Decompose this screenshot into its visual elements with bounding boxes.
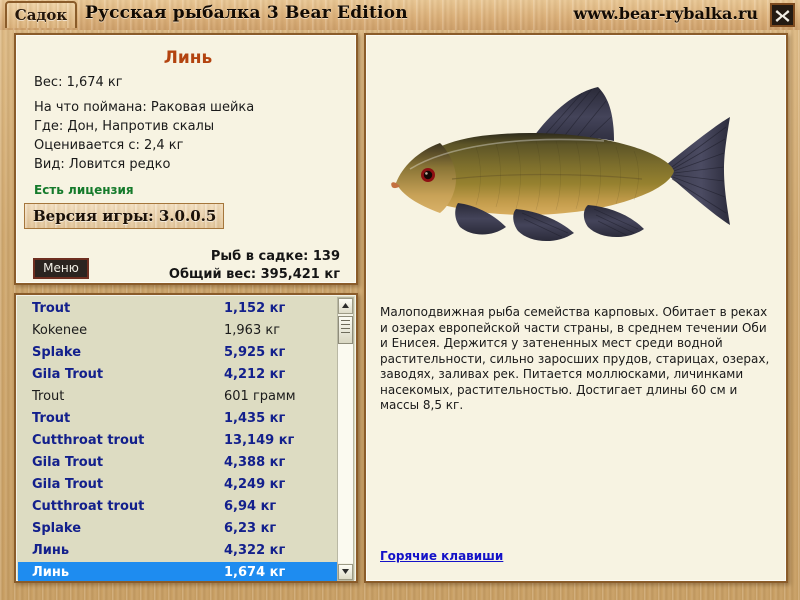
tench-fish-image: [391, 87, 730, 242]
scrollbar-track[interactable]: [338, 344, 353, 563]
fish-description-text: Малоподвижная рыба семейства карповых. О…: [380, 305, 770, 412]
scrollbar-thumb[interactable]: [338, 316, 353, 344]
scroll-up-arrow-icon: [342, 303, 349, 308]
catch-fish-weight: 601 грамм: [224, 389, 296, 404]
fish-weight-label: Вес: 1,674 кг: [34, 75, 123, 90]
catch-list-row[interactable]: Trout 1,435 кг: [18, 408, 338, 430]
catch-fish-weight: 1,435 кг: [224, 411, 286, 426]
fish-place-label: Где: Дон, Напротив скалы: [34, 119, 215, 134]
menu-button[interactable]: Меню: [33, 258, 89, 279]
catch-fish-name: Trout: [32, 389, 65, 404]
catch-list-row[interactable]: Splake 5,925 кг: [18, 342, 338, 364]
keepnet-stats: Рыб в садке: 139 Общий вес: 395,421 кг: [169, 248, 340, 284]
catch-fish-name: Cutthroat trout: [32, 433, 145, 448]
total-weight-label: Общий вес: 395,421 кг: [168, 267, 340, 282]
catch-list[interactable]: Trout 1,152 кг Kokenee 1,963 кг Splake 5,925 …: [18, 298, 338, 581]
catch-list-row[interactable]: Gila Trout 4,388 кг: [18, 452, 338, 474]
catch-fish-name: Splake: [32, 521, 82, 536]
catch-fish-weight: 4,388 кг: [224, 455, 286, 470]
catch-list-row[interactable]: Trout 601 грамм: [18, 386, 338, 408]
catch-fish-name: Gila Trout: [32, 367, 104, 382]
catch-list-row[interactable]: Trout 1,152 кг: [18, 298, 338, 320]
catch-fish-name: Cutthroat trout: [32, 499, 145, 514]
fish-details-block: На что поймана: Раковая шейка Где: Дон, …: [34, 98, 254, 174]
catch-list-row[interactable]: Gila Trout 4,212 кг: [18, 364, 338, 386]
catch-list-panel: Trout 1,152 кг Kokenee 1,963 кг Splake 5,925 …: [14, 293, 358, 583]
close-icon: [775, 10, 790, 22]
game-version-banner: Версия игры: 3.0.0.5: [24, 203, 224, 229]
catch-fish-name: Kokenee: [32, 323, 88, 338]
catch-fish-weight: 1,152 кг: [224, 301, 286, 316]
fish-valued-label: Оценивается с: 2,4 кг: [34, 138, 184, 153]
scrollbar-thumb-grip: [341, 324, 350, 325]
catch-list-scrollbar[interactable]: [337, 297, 354, 581]
fish-bait-label: На что поймана: Раковая шейка: [34, 100, 255, 115]
catch-fish-weight: 5,925 кг: [224, 345, 286, 360]
close-button[interactable]: [770, 3, 795, 27]
app-title: Русская рыбалка 3 Bear Edition: [85, 3, 408, 23]
catch-fish-weight: 4,212 кг: [224, 367, 286, 382]
license-status-label: Есть лицензия: [34, 183, 134, 197]
catch-fish-weight: 4,249 кг: [224, 477, 286, 492]
catch-list-row[interactable]: Cutthroat trout 6,94 кг: [18, 496, 338, 518]
catch-fish-name: Splake: [32, 345, 82, 360]
fish-name-heading: Линь: [163, 48, 213, 68]
catch-fish-name: Gila Trout: [32, 477, 104, 492]
catch-list-row[interactable]: Kokenee 1,963 кг: [18, 320, 338, 342]
catch-fish-weight: 4,322 кг: [224, 543, 286, 558]
catch-fish-weight: 6,94 кг: [224, 499, 277, 514]
fish-count-label: Рыб в садке: 139: [210, 249, 340, 264]
hotkeys-link[interactable]: Горячие клавиши: [380, 549, 503, 563]
catch-list-row[interactable]: Линь 4,322 кг: [18, 540, 338, 562]
catch-fish-weight: 1,963 кг: [224, 323, 281, 338]
catch-list-row[interactable]: Cutthroat trout 13,149 кг: [18, 430, 338, 452]
tab-sadok[interactable]: Садок: [5, 1, 77, 28]
scroll-down-arrow-icon: [342, 569, 349, 574]
catch-list-row[interactable]: Splake 6,23 кг: [18, 518, 338, 540]
fish-detail-panel: Малоподвижная рыба семейства карповых. О…: [364, 33, 788, 583]
scrollbar-up-button[interactable]: [338, 298, 353, 314]
catch-fish-name: Линь: [32, 565, 70, 580]
catch-fish-weight: 6,23 кг: [224, 521, 277, 536]
site-url-label: www.bear-rybalka.ru: [573, 4, 758, 23]
scrollbar-thumb-grip: [341, 320, 350, 321]
catch-fish-name: Trout: [32, 411, 71, 426]
title-bar: Садок Русская рыбалка 3 Bear Edition www…: [0, 0, 800, 30]
scrollbar-thumb-grip: [341, 332, 350, 333]
catch-fish-name: Gila Trout: [32, 455, 104, 470]
scrollbar-thumb-grip: [341, 328, 350, 329]
catch-fish-weight: 1,674 кг: [224, 565, 286, 580]
catch-fish-weight: 13,149 кг: [224, 433, 295, 448]
catch-list-row[interactable]: Gila Trout 4,249 кг: [18, 474, 338, 496]
catch-fish-name: Trout: [32, 301, 71, 316]
fish-kind-label: Вид: Ловится редко: [34, 157, 171, 172]
fish-info-panel: Линь Вес: 1,674 кг На что поймана: Раков…: [14, 33, 358, 285]
catch-fish-name: Линь: [32, 543, 70, 558]
catch-list-row[interactable]: Линь 1,674 кг: [18, 562, 338, 581]
scrollbar-down-button[interactable]: [338, 564, 353, 580]
